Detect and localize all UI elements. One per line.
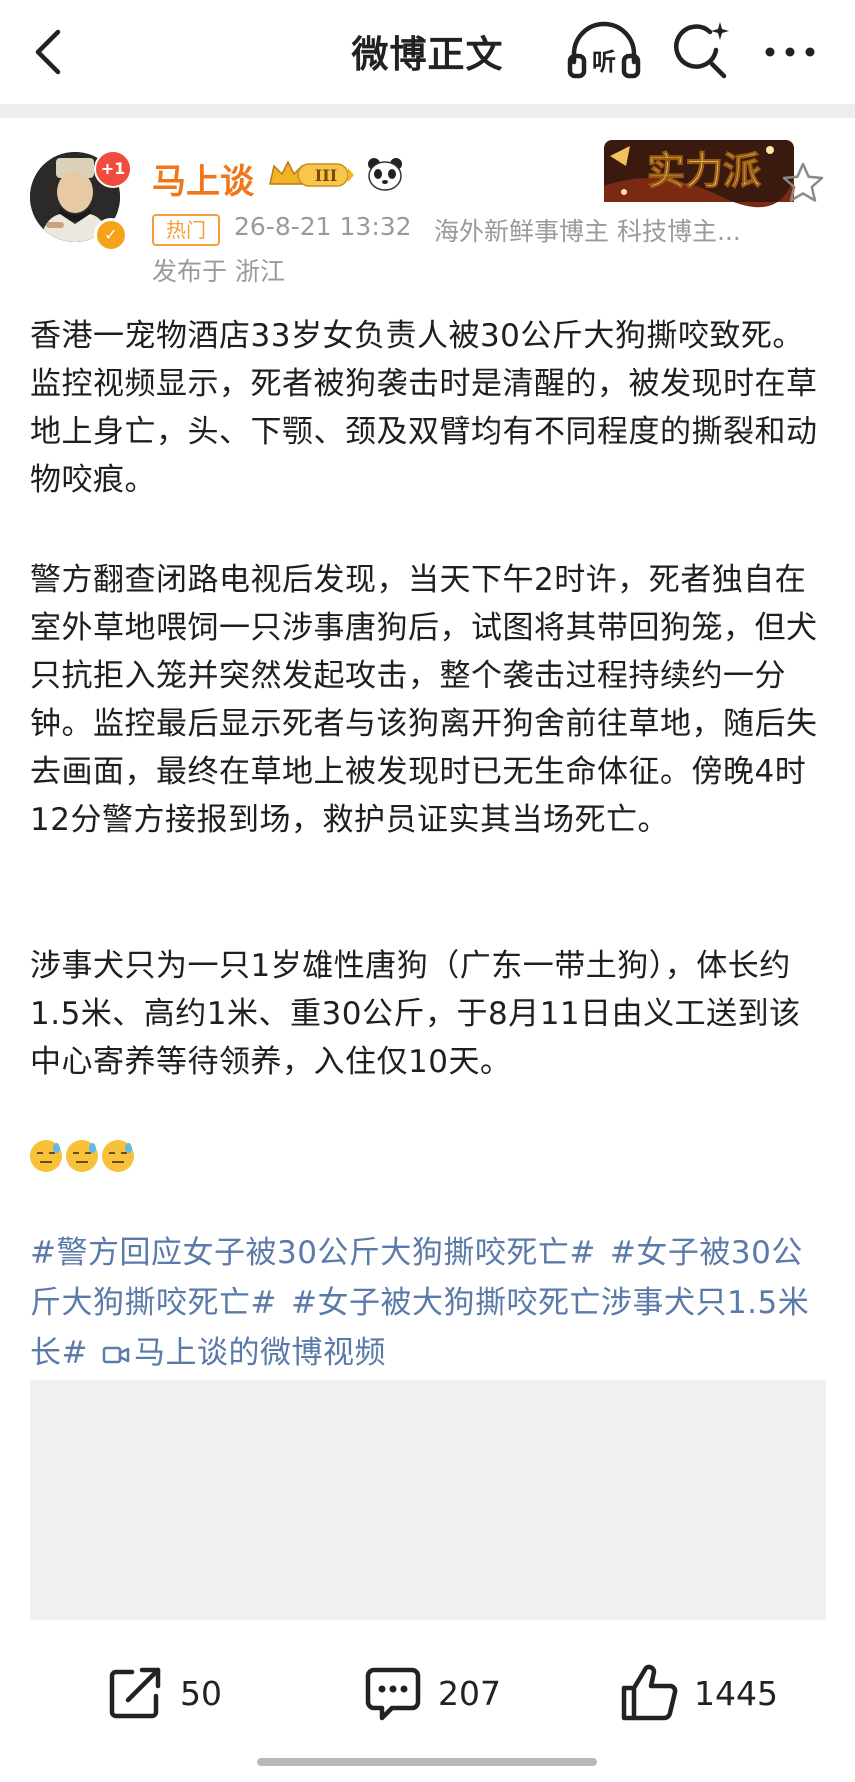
section-divider [0, 104, 855, 118]
post-paragraph-1: 香港一宠物酒店33岁女负责人被30公斤大狗撕咬致死。监控视频显示，死者被狗袭击时… [30, 318, 818, 498]
search-sparkle-icon [674, 22, 729, 79]
sweat-face-emoji-icon [66, 1140, 98, 1172]
thumbs-up-icon [621, 1664, 678, 1721]
post-paragraph-3: 涉事犬只为一只1岁雄性唐狗（广东一带土狗），体长约1.5米、高约1米、重30公斤… [30, 948, 801, 1080]
more-options-button[interactable] [760, 34, 820, 70]
video-link-label: 马上谈的微博视频 [133, 1335, 386, 1371]
author-tags[interactable]: 海外新鲜事博主 科技博主... [434, 212, 741, 248]
share-count: 50 [180, 1673, 222, 1713]
search-button[interactable] [666, 18, 732, 84]
post-timestamp: 26-8-21 13:32 [234, 212, 412, 241]
headphones-icon: 听 [567, 21, 641, 79]
video-player[interactable] [30, 1380, 826, 1620]
listen-button[interactable]: 听 [566, 18, 642, 84]
hashtag-link[interactable]: #警方回应女子被30公斤大狗撕咬死亡# [30, 1235, 596, 1271]
author-name[interactable]: 马上谈 [152, 154, 254, 203]
like-count: 1445 [694, 1673, 778, 1713]
video-camera-icon [102, 1346, 130, 1363]
panda-icon [368, 158, 402, 191]
sweat-face-emoji-icon [102, 1140, 134, 1172]
verified-icon: ✓ [94, 218, 128, 252]
badge-text: 实力派 [647, 148, 761, 193]
favorite-star-icon[interactable] [780, 160, 826, 206]
follow-plus-badge[interactable]: +1 [94, 150, 132, 188]
comment-button[interactable]: 207 [362, 1660, 501, 1726]
like-button[interactable]: 1445 [618, 1660, 778, 1726]
post-paragraph-2: 警方翻查闭路电视后发现，当天下午2时许，死者独自在室外草地喂饲一只涉事唐狗后，试… [30, 562, 818, 838]
share-button[interactable]: 50 [104, 1660, 222, 1726]
comment-count: 207 [438, 1673, 501, 1713]
video-link[interactable]: 马上谈的微博视频 [102, 1335, 400, 1371]
listen-label: 听 [592, 48, 616, 76]
membership-level-badge: III [269, 160, 354, 187]
top-nav-bar: 微博正文 听 [0, 0, 855, 104]
hashtag-block: #警方回应女子被30公斤大狗撕咬死亡# #女子被30公斤大狗撕咬死亡# #女子被大狗… [30, 1228, 830, 1378]
hot-tag-badge: 热门 [152, 214, 220, 246]
sweat-face-emoji-icon [30, 1140, 62, 1172]
comment-icon [365, 1667, 421, 1721]
power-creator-badge: 实力派 [604, 140, 794, 208]
share-icon [109, 1667, 161, 1719]
emoji-row [30, 1140, 138, 1178]
ellipsis-icon [765, 47, 815, 57]
level-text: III [315, 166, 337, 185]
post-location: 发布于 浙江 [152, 257, 285, 286]
home-indicator[interactable] [257, 1758, 597, 1766]
